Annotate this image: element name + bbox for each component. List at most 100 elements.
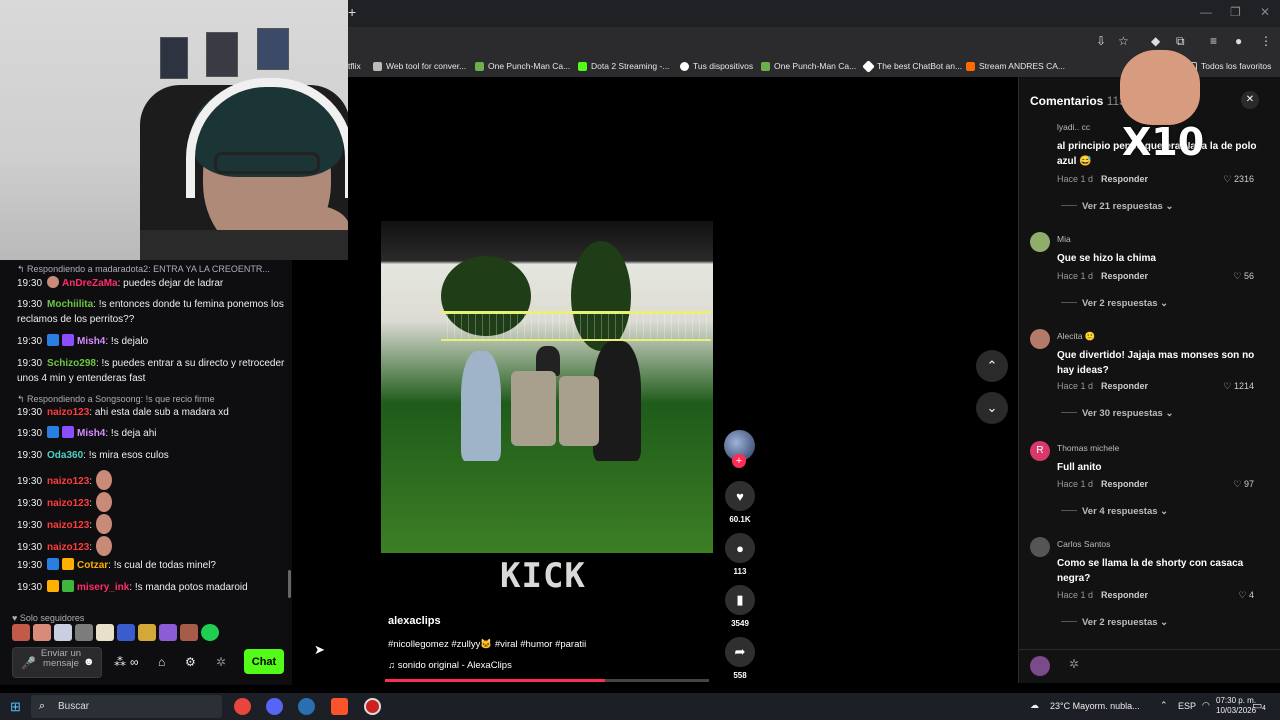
gear-icon[interactable]: ✲ (216, 655, 226, 669)
emote-icon[interactable] (33, 624, 51, 641)
bookmark-item[interactable]: Web tool for conver... (373, 61, 466, 71)
view-replies[interactable]: Ver 30 respuestas ⌄ (1061, 408, 1173, 419)
restore-button[interactable]: ❐ (1230, 5, 1241, 19)
chat-username[interactable]: Oda360 (47, 450, 83, 461)
gift-icon[interactable]: ✲ (1069, 657, 1079, 671)
extensions-icon[interactable]: ⧉ (1176, 34, 1185, 49)
reply-button[interactable]: Responder (1101, 271, 1148, 281)
brave-icon[interactable] (331, 698, 348, 715)
emote-icon[interactable] (54, 624, 72, 641)
previous-video-button[interactable]: ⌃ (976, 350, 1008, 382)
taskbar-search[interactable]: ⌕ Buscar (31, 695, 222, 718)
emote-icon[interactable] (138, 624, 156, 641)
chat-username[interactable]: Mochiilita (47, 299, 93, 310)
bookmark-item[interactable]: The best ChatBot an... (862, 59, 962, 73)
discord-icon[interactable] (266, 698, 283, 715)
reply-button[interactable]: Responder (1101, 381, 1148, 391)
chat-username[interactable]: naizo123 (47, 498, 89, 509)
comment-likes[interactable]: ♡ 4 (1238, 590, 1254, 601)
chat-username[interactable]: Mish4 (77, 336, 105, 347)
heart-icon[interactable]: ♥ (725, 481, 755, 511)
comment-likes[interactable]: ♡ 97 (1233, 479, 1254, 490)
chat-username[interactable]: Cotzar (77, 560, 108, 571)
view-replies[interactable]: Ver 4 respuestas ⌄ (1061, 506, 1168, 517)
emote-icon[interactable] (159, 624, 177, 641)
star-icon[interactable]: ☆ (1118, 34, 1129, 48)
comment-author[interactable]: lyadi.. cc (1057, 122, 1090, 132)
reward-icon[interactable]: ⁂ (114, 655, 126, 669)
emote-icon[interactable] (117, 624, 135, 641)
language-indicator[interactable]: ESP (1178, 701, 1196, 711)
comment-likes[interactable]: ♡ 56 (1233, 271, 1254, 282)
new-tab-button[interactable]: + (348, 4, 358, 20)
install-icon[interactable]: ⇩ (1096, 34, 1106, 48)
reply-button[interactable]: Responder (1101, 174, 1148, 184)
video-sound[interactable]: ♫ sonido original - AlexaClips (388, 660, 512, 671)
bookmark-item[interactable]: One Punch-Man Ca... (761, 61, 856, 71)
emote-icon[interactable] (75, 624, 93, 641)
view-replies[interactable]: Ver 2 respuestas ⌄ (1061, 617, 1168, 628)
bookmark-icon[interactable]: ▮ (725, 585, 755, 615)
chat-username[interactable]: naizo123 (47, 476, 89, 487)
view-replies[interactable]: Ver 21 respuestas ⌄ (1061, 201, 1173, 212)
chat-username[interactable]: Mish4 (77, 428, 105, 439)
bookmark-item[interactable]: tflix (348, 61, 361, 71)
avatar[interactable] (1030, 120, 1050, 140)
like-action[interactable]: ♥ 60.1K (725, 481, 755, 524)
emote-icon[interactable] (201, 624, 219, 641)
avatar[interactable]: R (1030, 441, 1050, 461)
avatar[interactable] (1030, 232, 1050, 252)
steam-icon[interactable] (298, 698, 315, 715)
share-icon[interactable]: ➦ (725, 637, 755, 667)
chat-send-button[interactable]: Chat (244, 649, 284, 674)
obs-icon[interactable] (364, 698, 381, 715)
weather-icon[interactable]: ☁ (1030, 700, 1039, 711)
bookmark-item[interactable]: One Punch-Man Ca... (475, 61, 570, 71)
clock[interactable]: 07:30 p. m. 10/03/2026 (1216, 696, 1256, 716)
comment-author[interactable]: Thomas michele (1057, 443, 1119, 453)
video-author[interactable]: alexaclips (388, 615, 441, 627)
reply-button[interactable]: Responder (1101, 590, 1148, 600)
comment-author[interactable]: Mia (1057, 234, 1071, 244)
media-icon[interactable]: ≡ (1210, 34, 1217, 48)
wifi-icon[interactable]: ◠ (1202, 700, 1210, 711)
bookmark-item[interactable]: Tus dispositivos (680, 61, 753, 71)
reply-button[interactable]: Responder (1101, 479, 1148, 489)
video-player[interactable] (381, 221, 713, 553)
infinity-icon[interactable]: ∞ (130, 655, 139, 669)
avatar[interactable] (1030, 329, 1050, 349)
next-video-button[interactable]: ⌄ (976, 392, 1008, 424)
extension-diamond-icon[interactable]: ◆ (1151, 34, 1160, 48)
chat-username[interactable]: AnDreZaMa (62, 278, 118, 289)
chat-username[interactable]: naizo123 (47, 520, 89, 531)
chat-username[interactable]: naizo123 (47, 542, 89, 553)
menu-icon[interactable]: ⋮ (1260, 34, 1272, 48)
bookmark-item[interactable]: Stream ANDRES CA... (966, 61, 1065, 71)
settings-icon[interactable]: ⚙ (185, 655, 196, 669)
chat-username[interactable]: naizo123 (47, 407, 89, 418)
chat-username[interactable]: misery_ink (77, 582, 129, 593)
chat-username[interactable]: Schizo298 (47, 358, 96, 369)
comment-icon[interactable]: ● (725, 533, 755, 563)
chevron-up-icon[interactable]: ⌃ (1160, 700, 1168, 711)
mic-icon[interactable]: 🎤 (21, 656, 36, 670)
minimize-button[interactable]: — (1200, 5, 1212, 19)
bookmark-item[interactable]: Dota 2 Streaming -... (578, 61, 669, 71)
notification-icon[interactable]: ▭ (1252, 699, 1262, 712)
avatar[interactable] (1030, 537, 1050, 557)
comment-likes[interactable]: ♡ 1214 (1223, 381, 1254, 392)
comment-author[interactable]: Alecita 🙂 (1057, 331, 1095, 342)
emote-icon[interactable] (12, 624, 30, 641)
emote-icon[interactable] (96, 624, 114, 641)
chrome-icon[interactable] (234, 698, 251, 715)
chat-scrollbar[interactable] (288, 570, 291, 598)
all-bookmarks[interactable]: Todos los favoritos (1188, 61, 1271, 71)
emoji-icon[interactable]: ☻ (83, 656, 95, 668)
video-hashtags[interactable]: #nicollegomez #zullyy🐱 #viral #humor #pa… (388, 639, 586, 650)
chat-input[interactable]: 🎤 Enviar un mensaje ☻ (12, 647, 102, 678)
profile-icon[interactable]: ● (1235, 34, 1242, 48)
share-action[interactable]: ➦ 558 (725, 637, 755, 680)
video-progress-bar[interactable] (385, 679, 709, 682)
follow-button[interactable]: + (732, 454, 746, 468)
save-action[interactable]: ▮ 3549 (725, 585, 755, 628)
